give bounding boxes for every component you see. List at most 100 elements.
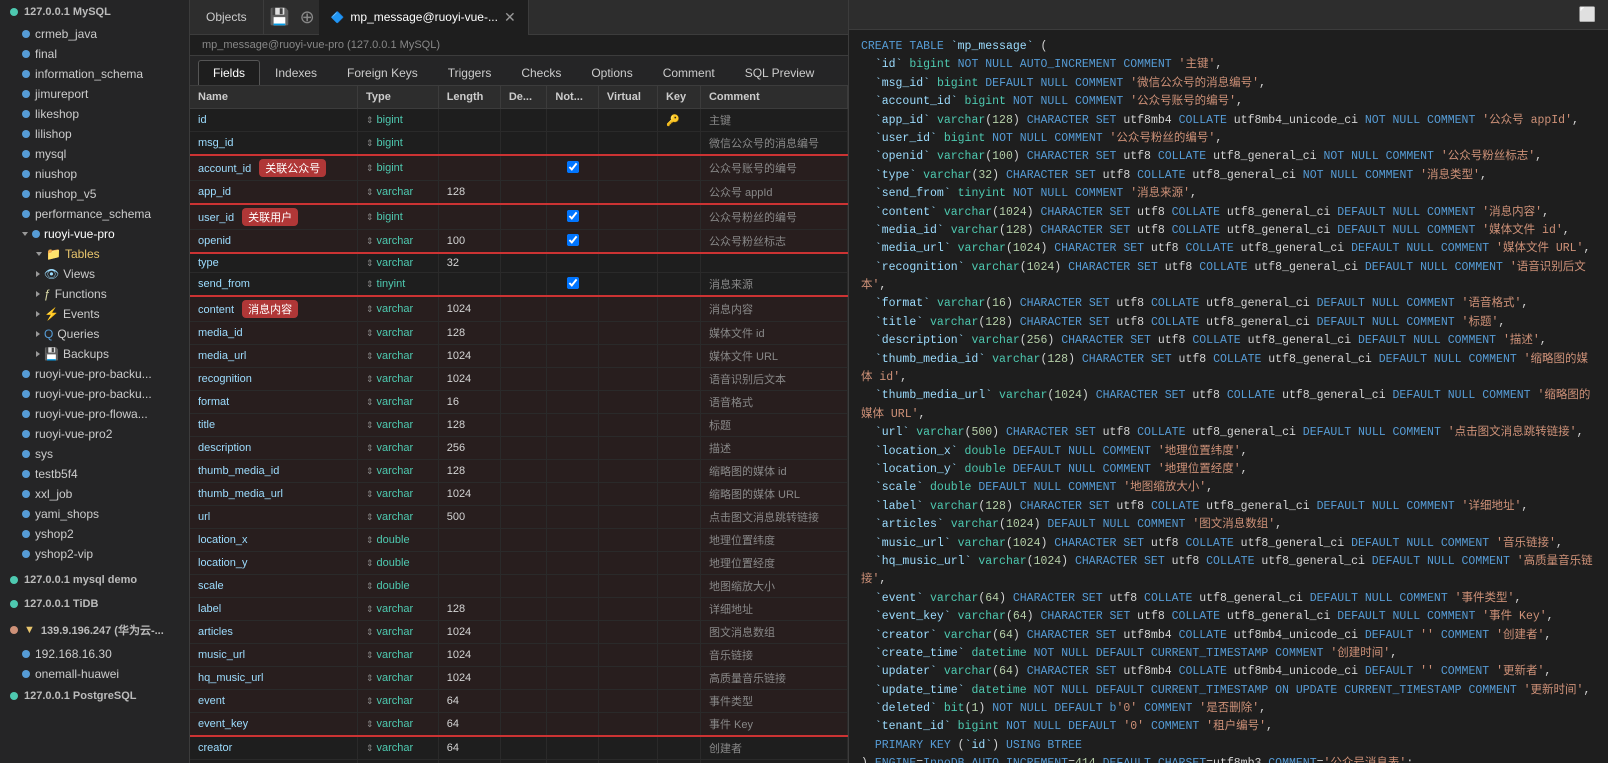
field-name-cell[interactable]: account_id关联公众号 — [190, 155, 357, 181]
table-row[interactable]: url⇕varchar500点击图文消息跳转链接 — [190, 506, 848, 529]
sidebar-group-ruoyi-vue-pro[interactable]: ruoyi-vue-pro — [0, 224, 189, 244]
sub-tab-foreign-keys[interactable]: Foreign Keys — [332, 60, 433, 85]
field-name-cell[interactable]: description — [190, 437, 357, 460]
field-notnull-cell[interactable] — [547, 644, 599, 667]
field-name-cell[interactable]: event — [190, 690, 357, 713]
field-name-cell[interactable]: type — [190, 253, 357, 273]
table-row[interactable]: event⇕varchar64事件类型 — [190, 690, 848, 713]
field-name-cell[interactable]: msg_id — [190, 132, 357, 156]
notnull-checkbox[interactable] — [567, 277, 579, 289]
sidebar-item-likeshop[interactable]: likeshop — [0, 104, 189, 124]
table-row[interactable]: format⇕varchar16语音格式 — [190, 391, 848, 414]
table-row[interactable]: app_id⇕varchar128公众号 appId — [190, 181, 848, 205]
sidebar-item-jimureport[interactable]: jimureport — [0, 84, 189, 104]
tab-close-button[interactable]: ✕ — [504, 10, 516, 24]
sub-tab-triggers[interactable]: Triggers — [433, 60, 507, 85]
field-name-cell[interactable]: scale — [190, 575, 357, 598]
field-notnull-cell[interactable] — [547, 204, 599, 230]
field-notnull-cell[interactable] — [547, 368, 599, 391]
field-notnull-cell[interactable] — [547, 575, 599, 598]
sub-tab-indexes[interactable]: Indexes — [260, 60, 332, 85]
field-notnull-cell[interactable] — [547, 460, 599, 483]
field-notnull-cell[interactable] — [547, 621, 599, 644]
field-notnull-cell[interactable] — [547, 181, 599, 205]
notnull-checkbox[interactable] — [567, 234, 579, 246]
table-row[interactable]: thumb_media_url⇕varchar1024缩略图的媒体 URL — [190, 483, 848, 506]
field-notnull-cell[interactable] — [547, 667, 599, 690]
table-row[interactable]: creator⇕varchar64创建者 — [190, 736, 848, 760]
maximize-icon[interactable]: ⬜ — [1575, 4, 1600, 25]
sidebar-group-backups[interactable]: 💾 Backups — [0, 344, 189, 364]
sidebar-item-performance_schema[interactable]: performance_schema — [0, 204, 189, 224]
field-name-cell[interactable]: creator — [190, 736, 357, 760]
table-row[interactable]: description⇕varchar256描述 — [190, 437, 848, 460]
table-row[interactable]: music_url⇕varchar1024音乐链接 — [190, 644, 848, 667]
sub-tab-checks[interactable]: Checks — [506, 60, 576, 85]
sidebar-postgresql-header[interactable]: 127.0.0.1 PostgreSQL — [0, 684, 189, 708]
sidebar-item-yshop2-vip[interactable]: yshop2-vip — [0, 544, 189, 564]
field-notnull-cell[interactable] — [547, 483, 599, 506]
sidebar-item-onemall[interactable]: onemall-huawei — [0, 664, 189, 684]
table-row[interactable]: openid⇕varchar100公众号粉丝标志 — [190, 230, 848, 254]
field-notnull-cell[interactable] — [547, 529, 599, 552]
field-name-cell[interactable]: thumb_media_id — [190, 460, 357, 483]
field-name-cell[interactable]: location_x — [190, 529, 357, 552]
field-name-cell[interactable]: create_time — [190, 760, 357, 763]
field-name-cell[interactable]: url — [190, 506, 357, 529]
field-notnull-cell[interactable] — [547, 230, 599, 254]
sidebar-item-information_schema[interactable]: information_schema — [0, 64, 189, 84]
sidebar-item-crmeb_java[interactable]: crmeb_java — [0, 24, 189, 44]
field-notnull-cell[interactable] — [547, 253, 599, 273]
field-name-cell[interactable]: media_id — [190, 322, 357, 345]
sidebar-item-yshop2[interactable]: yshop2 — [0, 524, 189, 544]
sidebar-huawei-header[interactable]: ▼ 139.9.196.247 (华为云-... — [0, 616, 189, 644]
add-tab-button[interactable]: ⊕ — [296, 7, 319, 28]
field-name-cell[interactable]: format — [190, 391, 357, 414]
table-row[interactable]: hq_music_url⇕varchar1024高质量音乐链接 — [190, 667, 848, 690]
sidebar-item-niushop[interactable]: niushop — [0, 164, 189, 184]
field-notnull-cell[interactable] — [547, 690, 599, 713]
field-notnull-cell[interactable] — [547, 760, 599, 763]
field-notnull-cell[interactable] — [547, 391, 599, 414]
sidebar-group-events[interactable]: ⚡ Events — [0, 304, 189, 324]
field-name-cell[interactable]: media_url — [190, 345, 357, 368]
field-notnull-cell[interactable] — [547, 552, 599, 575]
field-name-cell[interactable]: user_id关联用户 — [190, 204, 357, 230]
sidebar-item-ruoyi-pro2[interactable]: ruoyi-vue-pro2 — [0, 424, 189, 444]
field-name-cell[interactable]: articles — [190, 621, 357, 644]
table-row[interactable]: recognition⇕varchar1024语音识别后文本 — [190, 368, 848, 391]
sidebar-item-niushop_v5[interactable]: niushop_v5 — [0, 184, 189, 204]
sidebar-group-queries[interactable]: Q Queries — [0, 324, 189, 344]
notnull-checkbox[interactable] — [567, 161, 579, 173]
tab-mp-message[interactable]: 🔷 mp_message@ruoyi-vue-... ✕ — [319, 0, 529, 35]
table-row[interactable]: content消息内容⇕varchar1024消息内容 — [190, 296, 848, 322]
field-notnull-cell[interactable] — [547, 437, 599, 460]
sidebar-item-ruoyi-backup2[interactable]: ruoyi-vue-pro-backu... — [0, 384, 189, 404]
table-row[interactable]: scale⇕double地图缩放大小 — [190, 575, 848, 598]
notnull-checkbox[interactable] — [567, 210, 579, 222]
field-name-cell[interactable]: hq_music_url — [190, 667, 357, 690]
sidebar-item-mysql[interactable]: mysql — [0, 144, 189, 164]
field-notnull-cell[interactable] — [547, 155, 599, 181]
table-row[interactable]: create_time⇕datetime创建时间 — [190, 760, 848, 763]
field-name-cell[interactable]: label — [190, 598, 357, 621]
field-name-cell[interactable]: title — [190, 414, 357, 437]
table-row[interactable]: thumb_media_id⇕varchar128缩略图的媒体 id — [190, 460, 848, 483]
table-row[interactable]: send_from⇕tinyint消息来源 — [190, 273, 848, 297]
table-row[interactable]: type⇕varchar32 — [190, 253, 848, 273]
field-name-cell[interactable]: openid — [190, 230, 357, 254]
table-row[interactable]: location_y⇕double地理位置经度 — [190, 552, 848, 575]
table-row[interactable]: label⇕varchar128详细地址 — [190, 598, 848, 621]
field-name-cell[interactable]: app_id — [190, 181, 357, 205]
field-notnull-cell[interactable] — [547, 273, 599, 297]
table-row[interactable]: media_url⇕varchar1024媒体文件 URL — [190, 345, 848, 368]
tab-objects[interactable]: Objects — [190, 0, 264, 35]
field-notnull-cell[interactable] — [547, 506, 599, 529]
field-notnull-cell[interactable] — [547, 132, 599, 156]
sub-tab-sql-preview[interactable]: SQL Preview — [730, 60, 830, 85]
sidebar-item-ruoyi-flowa[interactable]: ruoyi-vue-pro-flowa... — [0, 404, 189, 424]
table-row[interactable]: msg_id⇕bigint微信公众号的消息编号 — [190, 132, 848, 156]
sidebar-mysql-demo-header[interactable]: 127.0.0.1 mysql demo — [0, 568, 189, 592]
table-row[interactable]: account_id关联公众号⇕bigint公众号账号的编号 — [190, 155, 848, 181]
field-name-cell[interactable]: event_key — [190, 713, 357, 737]
